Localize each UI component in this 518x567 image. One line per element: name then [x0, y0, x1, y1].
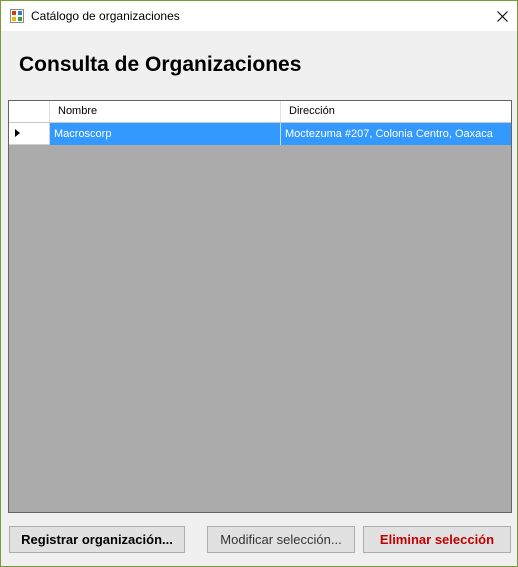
modify-selection-button[interactable]: Modificar selección... [207, 526, 355, 553]
page-title: Consulta de Organizaciones [19, 53, 302, 76]
window-title: Catálogo de organizaciones [31, 9, 180, 23]
close-button[interactable] [487, 1, 517, 31]
current-row-arrow-icon [15, 129, 20, 137]
organizations-grid[interactable]: Nombre Dirección Macroscorp Moctezuma #2… [8, 100, 512, 513]
register-organization-button[interactable]: Registrar organización... [9, 526, 185, 553]
delete-selection-button[interactable]: Eliminar selección [363, 526, 511, 553]
grid-header: Nombre Dirección [9, 101, 511, 123]
table-row[interactable]: Macroscorp Moctezuma #207, Colonia Centr… [9, 123, 511, 145]
title-bar: Catálogo de organizaciones [1, 1, 517, 31]
cell-direccion[interactable]: Moctezuma #207, Colonia Centro, Oaxaca [281, 123, 511, 145]
column-header-direccion[interactable]: Dirección [281, 101, 511, 122]
row-header[interactable] [9, 123, 50, 145]
cell-nombre[interactable]: Macroscorp [50, 123, 281, 145]
close-icon [496, 10, 508, 22]
catalog-window: Catálogo de organizaciones Consulta de O… [0, 0, 518, 567]
app-window-icon [10, 9, 24, 23]
column-header-nombre[interactable]: Nombre [50, 101, 281, 122]
grid-corner-header[interactable] [9, 101, 50, 122]
